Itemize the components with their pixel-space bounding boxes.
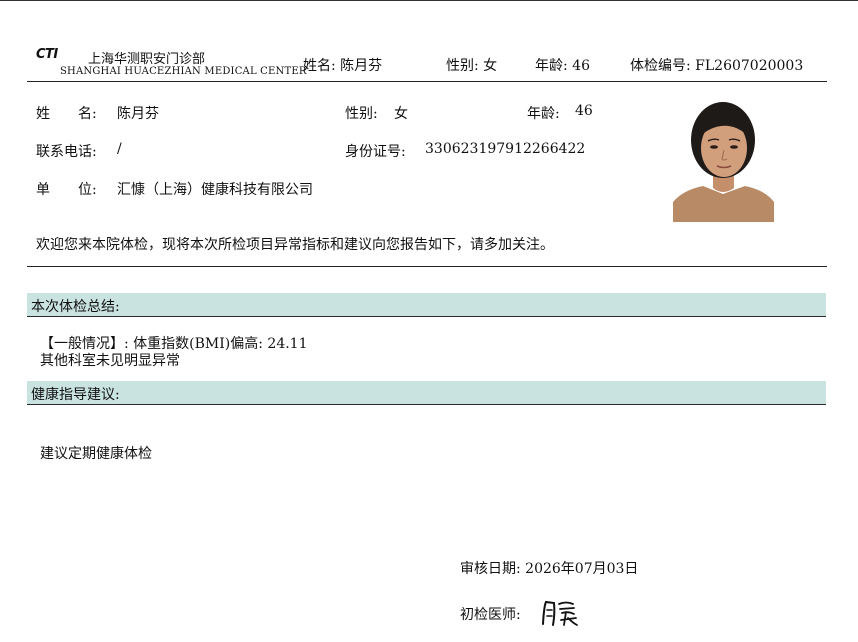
name-label: 姓 名: [36, 106, 97, 122]
phone-label: 联系电话: [36, 144, 97, 160]
id-value: 330623197912266422 [425, 141, 586, 157]
header-divider [27, 81, 827, 82]
summary-line-2: 其他科室未见明显异常 [40, 353, 180, 369]
doctor-signature [542, 600, 578, 626]
header-gender: 性别: 女 [446, 58, 498, 74]
doctor-label: 初检医师: [460, 607, 521, 623]
summary-header: 本次体检总结: [27, 293, 826, 317]
info-divider [27, 266, 827, 267]
header-age: 年龄: 46 [535, 58, 590, 74]
advice-header: 健康指导建议: [27, 381, 826, 405]
patient-photo [673, 98, 774, 222]
welcome-text: 欢迎您来本院体检，现将本次所检项目异常指标和建议向您报告如下，请多加关注。 [36, 237, 554, 253]
cti-logo: CTI [36, 47, 58, 62]
unit-label: 单 位: [36, 182, 97, 198]
id-label: 身份证号: [345, 144, 406, 160]
gender-label: 性别: [345, 106, 378, 122]
review-date: 审核日期: 2026年07月03日 [460, 561, 639, 577]
phone-value: / [117, 141, 122, 157]
header-exam-number: 体检编号: FL2607020003 [630, 58, 804, 74]
advice-line-1: 建议定期健康体检 [40, 446, 152, 462]
age-value: 46 [575, 103, 593, 119]
unit-value: 汇慷（上海）健康科技有限公司 [117, 182, 313, 198]
header-name: 姓名: 陈月芬 [303, 58, 383, 74]
age-label: 年龄: [527, 106, 560, 122]
summary-title: 本次体检总结: [31, 299, 120, 315]
org-name-cn: 上海华测职安门诊部 [88, 52, 206, 67]
name-value: 陈月芬 [117, 106, 159, 122]
advice-title: 健康指导建议: [31, 387, 120, 403]
gender-value: 女 [394, 106, 408, 122]
org-name-en: SHANGHAI HUACEZHIAN MEDICAL CENTER [60, 66, 307, 77]
top-border [0, 0, 858, 1]
